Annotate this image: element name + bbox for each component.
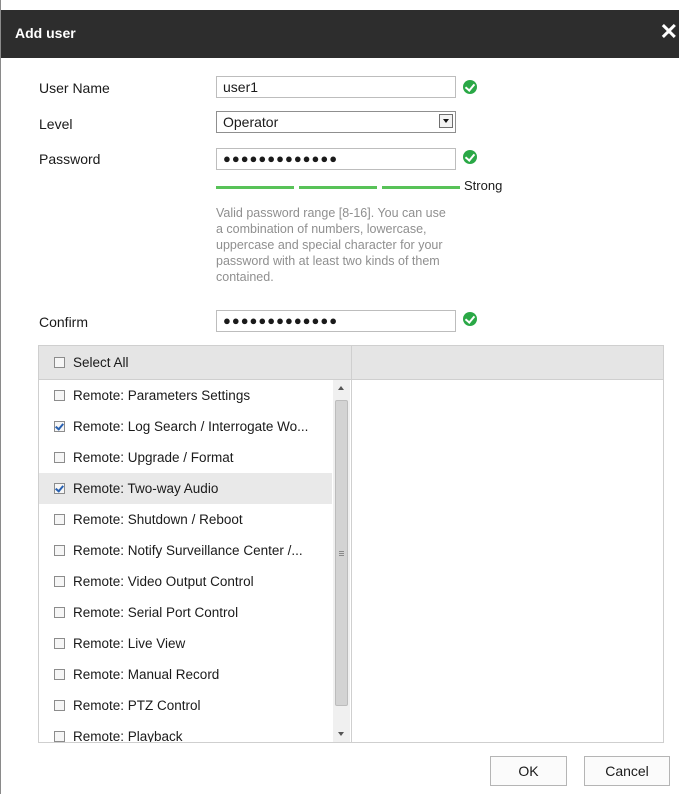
permissions-scrollbar[interactable] bbox=[333, 380, 350, 742]
permission-item[interactable]: Remote: Parameters Settings bbox=[39, 380, 332, 411]
permission-item[interactable]: Remote: Upgrade / Format bbox=[39, 442, 332, 473]
permission-item[interactable]: Remote: Video Output Control bbox=[39, 566, 332, 597]
level-select-value: Operator bbox=[223, 114, 279, 130]
grip-line bbox=[339, 551, 344, 552]
permission-item[interactable]: Remote: Two-way Audio bbox=[39, 473, 332, 504]
scroll-down-arrow-icon[interactable] bbox=[333, 726, 350, 742]
select-all-label: Select All bbox=[73, 355, 129, 370]
username-field[interactable]: user1 bbox=[216, 76, 456, 98]
permission-item[interactable]: Remote: Notify Surveillance Center /... bbox=[39, 535, 332, 566]
permission-checkbox[interactable] bbox=[54, 545, 65, 556]
scroll-up-arrow-icon[interactable] bbox=[333, 380, 350, 397]
permission-checkbox[interactable] bbox=[54, 514, 65, 525]
permission-label: Remote: Serial Port Control bbox=[73, 605, 239, 620]
close-icon[interactable]: ✕ bbox=[660, 20, 678, 44]
permission-item[interactable]: Remote: Serial Port Control bbox=[39, 597, 332, 628]
permission-label: Remote: Live View bbox=[73, 636, 186, 651]
permission-label: Remote: Upgrade / Format bbox=[73, 450, 234, 465]
add-user-dialog: Add user ✕ User Name user1 Level Operato… bbox=[0, 0, 679, 794]
permission-checkbox[interactable] bbox=[54, 576, 65, 587]
permission-label: Remote: Shutdown / Reboot bbox=[73, 512, 243, 527]
grip-line bbox=[339, 555, 344, 556]
permission-label: Remote: PTZ Control bbox=[73, 698, 201, 713]
dialog-title: Add user bbox=[15, 25, 76, 41]
permission-item[interactable]: Remote: PTZ Control bbox=[39, 690, 332, 721]
scroll-thumb[interactable] bbox=[335, 400, 348, 706]
permission-item[interactable]: Remote: Playback bbox=[39, 721, 332, 743]
strength-bar-3 bbox=[382, 186, 460, 189]
header-divider bbox=[351, 346, 352, 379]
level-label: Level bbox=[39, 116, 73, 132]
permissions-panel: Select All Remote: Parameters Settings Re… bbox=[38, 345, 664, 743]
password-valid-icon bbox=[463, 150, 477, 164]
password-field[interactable]: ●●●●●●●●●●●●● bbox=[216, 148, 456, 170]
permission-label: Remote: Manual Record bbox=[73, 667, 220, 682]
permission-checkbox[interactable] bbox=[54, 638, 65, 649]
confirm-field[interactable]: ●●●●●●●●●●●●● bbox=[216, 310, 456, 332]
permission-checkbox[interactable] bbox=[54, 483, 65, 494]
permission-checkbox[interactable] bbox=[54, 390, 65, 401]
permission-checkbox[interactable] bbox=[54, 700, 65, 711]
permissions-header: Select All bbox=[39, 346, 663, 380]
permission-item[interactable]: Remote: Manual Record bbox=[39, 659, 332, 690]
chevron-down-icon[interactable] bbox=[439, 114, 453, 128]
permission-checkbox[interactable] bbox=[54, 452, 65, 463]
select-all-checkbox[interactable] bbox=[54, 357, 65, 368]
username-label: User Name bbox=[39, 80, 110, 96]
grip-line bbox=[339, 553, 344, 554]
password-hint: Valid password range [8-16]. You can use… bbox=[216, 206, 446, 284]
panel-divider bbox=[351, 379, 352, 742]
strength-bar-1 bbox=[216, 186, 294, 189]
permission-checkbox[interactable] bbox=[54, 421, 65, 432]
confirm-valid-icon bbox=[463, 312, 477, 326]
username-valid-icon bbox=[463, 80, 477, 94]
ok-button[interactable]: OK bbox=[490, 756, 567, 786]
permission-label: Remote: Log Search / Interrogate Wo... bbox=[73, 419, 309, 434]
permission-label: Remote: Video Output Control bbox=[73, 574, 254, 589]
strength-label: Strong bbox=[464, 178, 503, 193]
dialog-titlebar: Add user ✕ bbox=[1, 10, 679, 58]
permission-label: Remote: Two-way Audio bbox=[73, 481, 219, 496]
permissions-list: Remote: Parameters Settings Remote: Log S… bbox=[39, 380, 332, 743]
password-label: Password bbox=[39, 151, 101, 167]
permission-label: Remote: Notify Surveillance Center /... bbox=[73, 543, 303, 558]
permission-item[interactable]: Remote: Live View bbox=[39, 628, 332, 659]
permission-checkbox[interactable] bbox=[54, 731, 65, 742]
permission-label: Remote: Playback bbox=[73, 729, 183, 743]
confirm-label: Confirm bbox=[39, 314, 89, 330]
cancel-button[interactable]: Cancel bbox=[584, 756, 670, 786]
level-select[interactable]: Operator bbox=[216, 111, 456, 133]
strength-bar-2 bbox=[299, 186, 377, 189]
permission-item[interactable]: Remote: Log Search / Interrogate Wo... bbox=[39, 411, 332, 442]
permission-checkbox[interactable] bbox=[54, 669, 65, 680]
permission-checkbox[interactable] bbox=[54, 607, 65, 618]
permission-label: Remote: Parameters Settings bbox=[73, 388, 251, 403]
permission-item[interactable]: Remote: Shutdown / Reboot bbox=[39, 504, 332, 535]
